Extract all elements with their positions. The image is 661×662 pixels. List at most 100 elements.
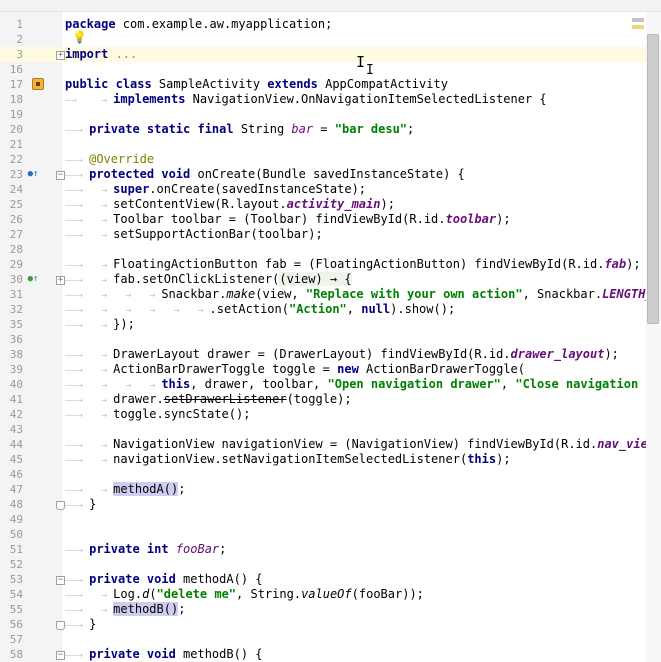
code-line[interactable]: 2	[0, 32, 661, 47]
line-number[interactable]: 25	[0, 197, 23, 212]
code-line[interactable]: 57	[0, 632, 661, 647]
code-text[interactable]: ——→ → → → → → .setAction("Action", null)…	[65, 302, 455, 318]
code-text[interactable]: ——→ → → → this, drawer, toolbar, "Open n…	[65, 377, 653, 393]
line-number[interactable]: 50	[0, 527, 23, 542]
code-line[interactable]: 29 ——→ → FloatingActionButton fab = (Floa…	[0, 257, 661, 272]
code-text[interactable]: ——→ }	[65, 497, 96, 513]
line-number[interactable]: 20	[0, 122, 23, 137]
line-number[interactable]: 17	[0, 77, 23, 92]
code-line[interactable]: 39 ——→ → ActionBarDrawerToggle toggle = n…	[0, 362, 661, 377]
code-line[interactable]: 26 ——→ → Toolbar toolbar = (Toolbar) find…	[0, 212, 661, 227]
line-number[interactable]: 46	[0, 467, 23, 482]
code-text[interactable]: ——→ → navigationView.setNavigationItemSe…	[65, 452, 511, 468]
code-line[interactable]: 43	[0, 422, 661, 437]
code-line[interactable]: 20 ——→ private static final String bar = …	[0, 122, 661, 137]
intention-bulb-icon[interactable]: 💡	[72, 30, 87, 44]
line-number[interactable]: 52	[0, 557, 23, 572]
line-number[interactable]: 49	[0, 512, 23, 527]
code-line[interactable]: 36	[0, 332, 661, 347]
line-number[interactable]: 3	[0, 47, 23, 62]
code-line[interactable]: 25 ——→ → setContentView(R.layout.activity…	[0, 197, 661, 212]
code-text[interactable]: ——→ → → → Snackbar.make(view, "Replace w…	[65, 287, 653, 303]
code-text[interactable]: ——→ → NavigationView navigationView = (N…	[65, 437, 661, 453]
code-line[interactable]: 40 ——→ → → → this, drawer, toolbar, "Open…	[0, 377, 661, 392]
code-line[interactable]: 51 ——→ private int fooBar;	[0, 542, 661, 557]
code-text[interactable]: ——→ }	[65, 617, 96, 633]
code-text[interactable]: ——→ @Override	[65, 152, 154, 168]
code-line[interactable]: 50	[0, 527, 661, 542]
line-number[interactable]: 29	[0, 257, 23, 272]
code-line[interactable]: 35 ——→ → });	[0, 317, 661, 332]
code-line[interactable]: 3 + import ...	[0, 47, 661, 62]
line-number[interactable]: 21	[0, 137, 23, 152]
code-text[interactable]: ——→ → methodB();	[65, 602, 185, 618]
line-number[interactable]: 56	[0, 617, 23, 632]
inspection-status-marker[interactable]	[632, 18, 644, 22]
line-number[interactable]: 47	[0, 482, 23, 497]
fold-end-marker[interactable]	[56, 501, 65, 510]
code-text[interactable]: public class SampleActivity extends AppC…	[65, 77, 448, 92]
vertical-scrollbar[interactable]	[646, 12, 661, 662]
line-number[interactable]: 35	[0, 317, 23, 332]
code-line[interactable]: 56 ——→ }	[0, 617, 661, 632]
code-text[interactable]: ——→ → setSupportActionBar(toolbar);	[65, 227, 323, 243]
code-line[interactable]: 32 ——→ → → → → → .setAction("Action", nul…	[0, 302, 661, 317]
fold-toggle-icon[interactable]: −	[56, 651, 65, 660]
code-line[interactable]: 16	[0, 62, 661, 77]
code-line[interactable]: 44 ——→ → NavigationView navigationView = …	[0, 437, 661, 452]
code-line[interactable]: 23 ●↑ − ——→ protected void onCreate(Bundle …	[0, 167, 661, 182]
line-number[interactable]: 38	[0, 347, 23, 362]
code-line[interactable]: 45 ——→ → navigationView.setNavigationItem…	[0, 452, 661, 467]
line-number[interactable]: 51	[0, 542, 23, 557]
code-line[interactable]: 47 ——→ → methodA();	[0, 482, 661, 497]
warning-stripe-marker[interactable]	[632, 25, 644, 29]
line-number[interactable]: 58	[0, 647, 23, 662]
fold-toggle-icon[interactable]: −	[56, 171, 65, 180]
code-line[interactable]: 58 − ——→ private void methodB() {	[0, 647, 661, 662]
code-text[interactable]: —→ → implements NavigationView.OnNavigat…	[65, 92, 547, 108]
fold-toggle-icon[interactable]: −	[56, 576, 65, 585]
line-number[interactable]: 27	[0, 227, 23, 242]
code-line[interactable]: 27 ——→ → setSupportActionBar(toolbar);	[0, 227, 661, 242]
code-line[interactable]: 24 ——→ → super.onCreate(savedInstanceStat…	[0, 182, 661, 197]
line-number[interactable]: 1	[0, 17, 23, 32]
code-text[interactable]: ——→ → super.onCreate(savedInstanceState)…	[65, 182, 366, 198]
code-text[interactable]: ——→ → Toolbar toolbar = (Toolbar) findVi…	[65, 212, 511, 228]
scrollbar-thumb[interactable]	[647, 34, 659, 324]
line-number[interactable]: 26	[0, 212, 23, 227]
line-number[interactable]: 19	[0, 107, 23, 122]
code-line[interactable]: 21	[0, 137, 661, 152]
code-text[interactable]: ——→ protected void onCreate(Bundle saved…	[65, 167, 465, 183]
code-line[interactable]: 30 ●↑ + ——→ → fab.setOnClickListener((view)…	[0, 272, 661, 287]
code-line[interactable]: 38 ——→ → DrawerLayout drawer = (DrawerLay…	[0, 347, 661, 362]
code-line[interactable]: 28	[0, 242, 661, 257]
line-number[interactable]: 44	[0, 437, 23, 452]
code-text[interactable]: ——→ → drawer.setDrawerListener(toggle);	[65, 392, 352, 408]
code-text[interactable]: ——→ private int fooBar;	[65, 542, 226, 558]
line-number[interactable]: 31	[0, 287, 23, 302]
line-number[interactable]: 16	[0, 62, 23, 77]
lambda-icon[interactable]: ●↑	[27, 274, 39, 285]
line-number[interactable]: 55	[0, 602, 23, 617]
code-line[interactable]: 53 − ——→ private void methodA() {	[0, 572, 661, 587]
code-line[interactable]: 52	[0, 557, 661, 572]
code-line[interactable]: 1 package com.example.aw.myapplication;	[0, 17, 661, 32]
code-line[interactable]: 18 —→ → implements NavigationView.OnNavig…	[0, 92, 661, 107]
code-editor[interactable]: 1 package com.example.aw.myapplication; 2 3…	[0, 0, 661, 662]
code-line[interactable]: 48 ——→ }	[0, 497, 661, 512]
line-number[interactable]: 48	[0, 497, 23, 512]
fold-toggle-icon[interactable]: +	[56, 51, 65, 60]
line-number[interactable]: 32	[0, 302, 23, 317]
code-line[interactable]: 55 ——→ → methodB();	[0, 602, 661, 617]
code-text[interactable]: ——→ → methodA();	[65, 482, 185, 498]
line-number[interactable]: 2	[0, 32, 23, 47]
line-number[interactable]: 28	[0, 242, 23, 257]
line-number[interactable]: 53	[0, 572, 23, 587]
line-number[interactable]: 43	[0, 422, 23, 437]
code-text[interactable]: ——→ → FloatingActionButton fab = (Floati…	[65, 257, 641, 273]
line-number[interactable]: 39	[0, 362, 23, 377]
code-line[interactable]: 17 public class SampleActivity extends Ap…	[0, 77, 661, 92]
line-number[interactable]: 36	[0, 332, 23, 347]
code-line[interactable]: 19	[0, 107, 661, 122]
line-number[interactable]: 41	[0, 392, 23, 407]
